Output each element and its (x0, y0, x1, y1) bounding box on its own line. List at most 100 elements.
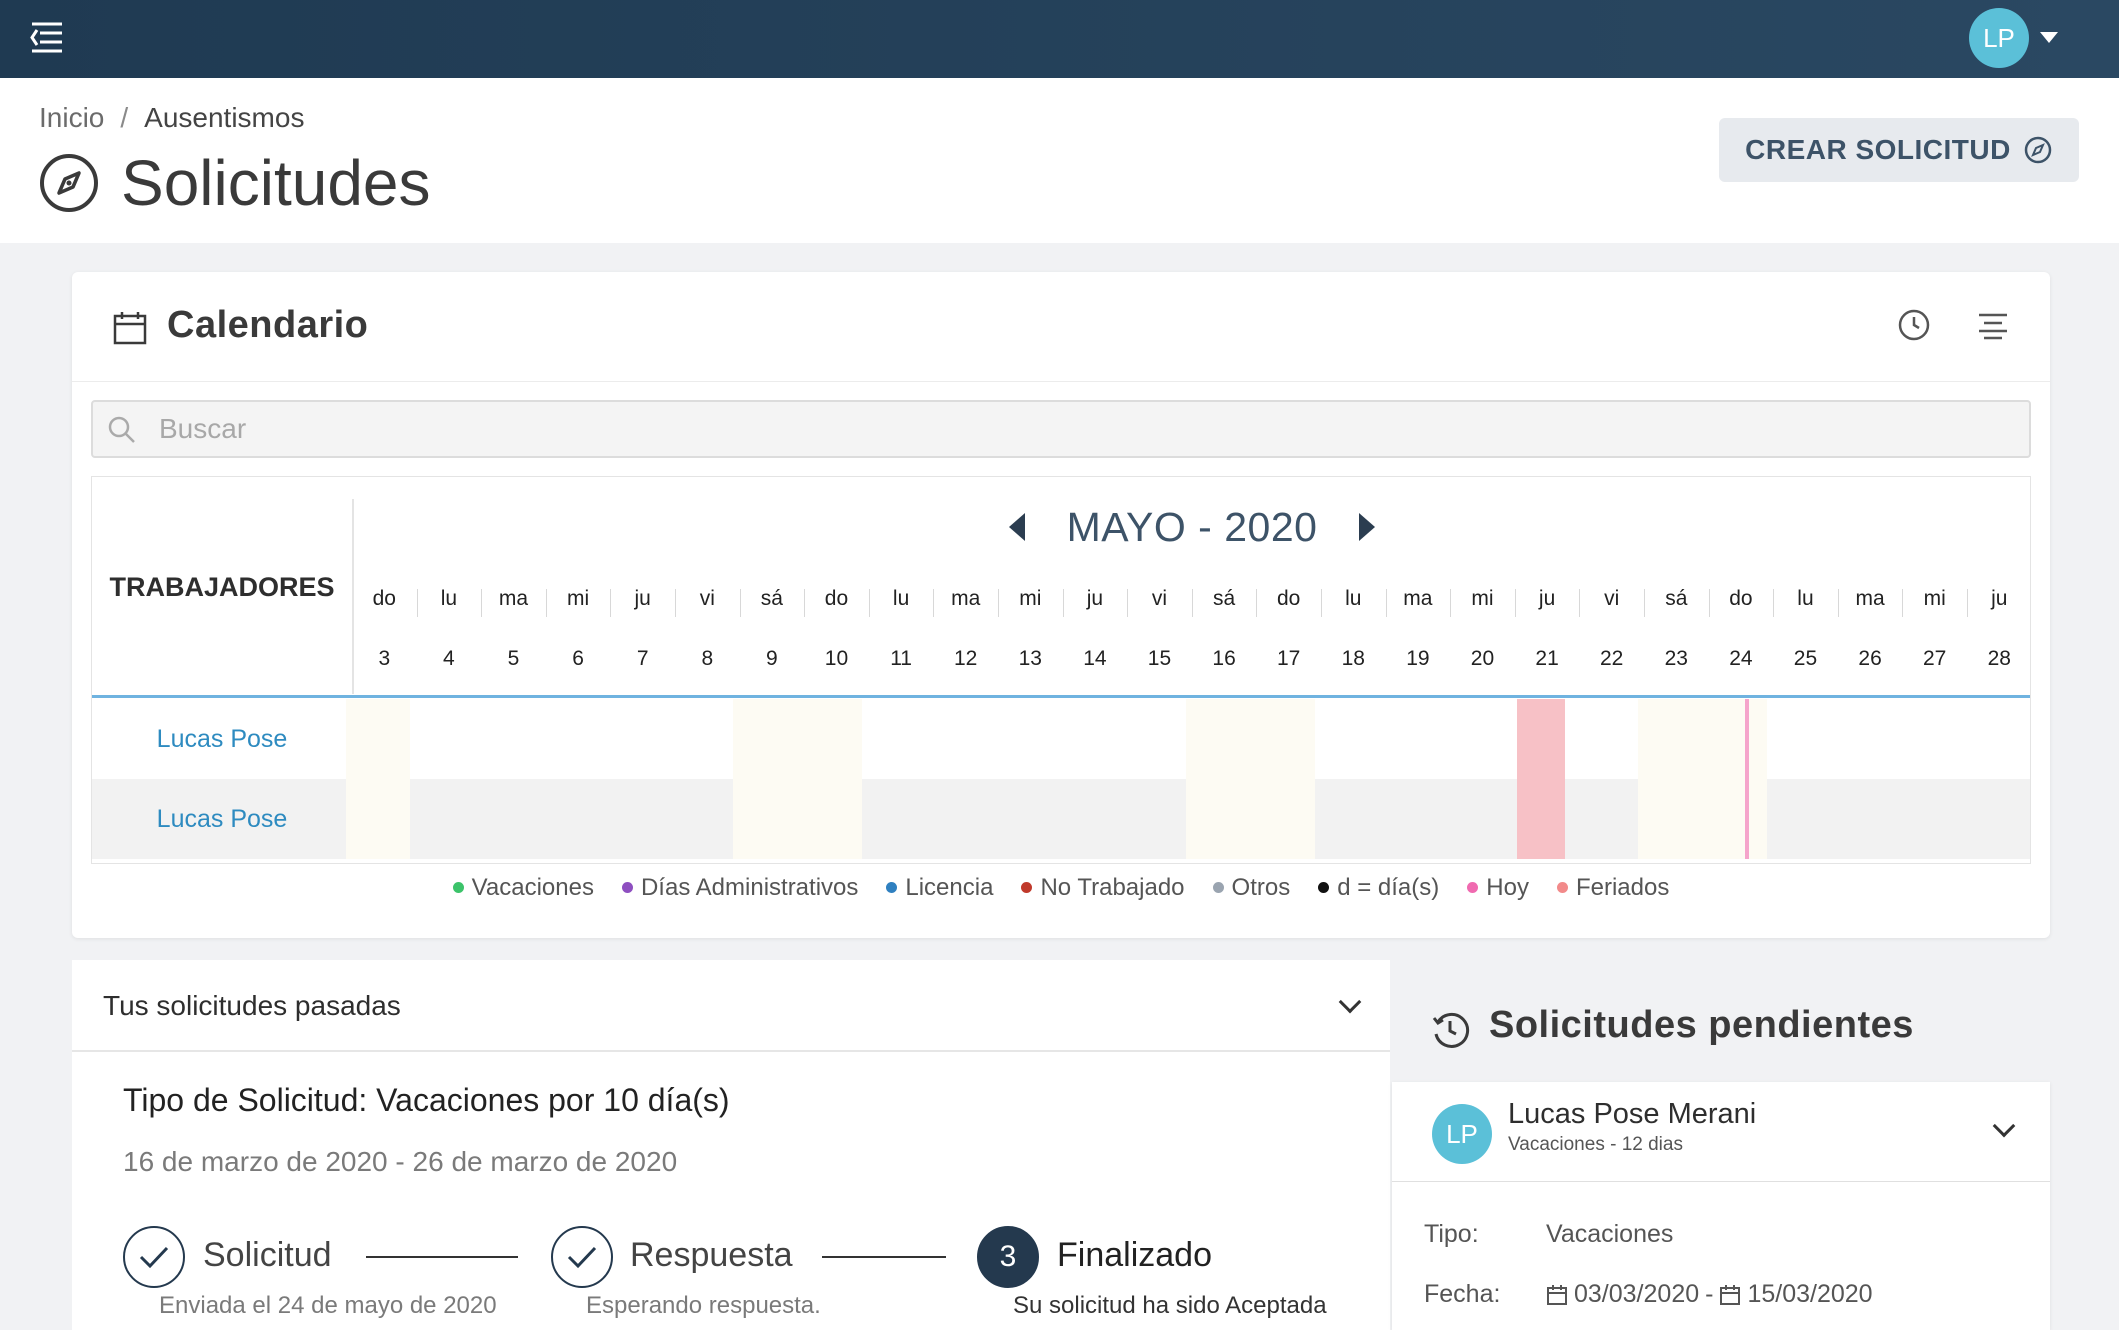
day-number: 6 (572, 647, 584, 670)
weekend-cell (733, 779, 863, 859)
date-to: 15/03/2020 (1747, 1280, 1873, 1308)
day-name: lu (1797, 587, 1814, 610)
legend-label: Vacaciones (471, 873, 594, 901)
step-subtitle: Enviada el 24 de mayo de 2020 (159, 1292, 497, 1319)
header-divider (92, 695, 2030, 698)
type-label: Tipo: (1424, 1220, 1479, 1248)
search-icon (108, 416, 135, 443)
date-from: 03/03/2020 (1574, 1280, 1700, 1308)
calendar-legend: Vacaciones Días Administrativos Licencia No… (72, 872, 2050, 902)
legend-dot-icon (1467, 882, 1479, 893)
day-number: 20 (1470, 647, 1495, 670)
legend-dot-icon (1318, 882, 1330, 893)
day-name: mi (567, 587, 590, 610)
compass-icon (2024, 136, 2052, 164)
day-number: 27 (1923, 647, 1947, 670)
legend-dot-icon (886, 882, 898, 893)
next-month-icon[interactable] (1359, 513, 1376, 541)
day-number: 3 (378, 647, 391, 670)
month-label: MAYO - 2020 (1066, 503, 1318, 550)
step-label: Solicitud (203, 1236, 332, 1274)
day-separator (1450, 589, 1452, 617)
chevron-down-icon[interactable] (1992, 1114, 2016, 1138)
past-requests-header[interactable]: Tus solicitudes pasadas (72, 960, 1390, 1052)
menu-toggle-icon[interactable] (28, 20, 66, 56)
day-name: mi (1923, 587, 1946, 610)
day-name: ju (1538, 587, 1556, 610)
clock-icon[interactable] (1897, 308, 1931, 342)
pending-request-card: LP Lucas Pose Merani Vacaciones - 12 dia… (1392, 1082, 2050, 1330)
page-title: Solicitudes (121, 147, 431, 219)
user-menu-caret-icon[interactable] (2040, 32, 2058, 43)
weekend-cell (345, 699, 411, 779)
weekend-cell (345, 779, 411, 859)
day-separator (1191, 589, 1193, 617)
past-requests-title: Tus solicitudes pasadas (103, 990, 401, 1021)
list-icon[interactable] (1977, 312, 2009, 340)
today-marker (1744, 699, 1749, 779)
step-label: Respuesta (630, 1236, 793, 1274)
day-name: do (824, 587, 849, 610)
day-separator (1127, 589, 1129, 617)
pending-card-header[interactable]: LP Lucas Pose Merani Vacaciones - 12 dia… (1392, 1082, 2050, 1182)
step-check-icon (551, 1226, 613, 1288)
day-separator (868, 589, 870, 617)
search-input[interactable] (159, 402, 2009, 456)
day-separator (675, 589, 676, 617)
create-request-button[interactable]: CREAR SOLICITUD (1719, 118, 2079, 182)
day-name: ma (1403, 587, 1433, 610)
day-name: ju (634, 587, 651, 610)
legend-dot-icon (1021, 882, 1033, 893)
requester-name: Lucas Pose Merani (1508, 1098, 1757, 1130)
calendar-icon (1547, 1284, 1567, 1305)
day-number: 25 (1793, 647, 1818, 670)
day-name: ma (1855, 587, 1885, 610)
legend-dot-icon (452, 882, 464, 893)
day-number: 26 (1858, 647, 1882, 670)
day-number: 5 (507, 647, 520, 670)
day-name: sá (760, 587, 783, 610)
past-requests-card: Tus solicitudes pasadas Tipo de Solicitu… (72, 960, 1390, 1330)
legend-label: d = día(s) (1337, 873, 1440, 901)
legend-item: No Trabajado (1021, 874, 1185, 902)
holiday-cell (1516, 779, 1566, 859)
prev-month-icon[interactable] (1008, 513, 1025, 541)
day-number: 13 (1018, 647, 1042, 670)
day-separator (998, 589, 999, 617)
worker-name[interactable]: Lucas Pose (92, 699, 352, 779)
day-name: ju (1086, 587, 1104, 610)
step-label: Finalizado (1057, 1236, 1212, 1274)
top-bar: LP (0, 0, 2119, 78)
calendar-icon (113, 312, 147, 345)
day-number: 12 (954, 647, 978, 670)
calendar-title: Calendario (167, 304, 369, 346)
worker-name[interactable]: Lucas Pose (92, 779, 352, 859)
step-subtitle: Esperando respuesta. (586, 1292, 821, 1319)
day-number: 24 (1729, 647, 1753, 670)
day-number: 7 (636, 647, 649, 670)
day-name: lu (440, 587, 458, 610)
legend-label: Días Administrativos (640, 873, 859, 901)
breadcrumb-separator: / (120, 102, 129, 133)
day-name: mi (1471, 587, 1494, 610)
day-number: 22 (1600, 647, 1624, 670)
compass-icon (40, 154, 98, 212)
legend-item: Hoy (1467, 874, 1529, 902)
date-range: 03/03/2020 - 15/03/2020 (1546, 1280, 1873, 1309)
day-name: lu (1345, 587, 1362, 610)
day-name: do (372, 587, 396, 610)
day-separator (1062, 589, 1064, 617)
day-separator (1514, 589, 1516, 617)
legend-dot-icon (1556, 882, 1568, 893)
day-separator (1773, 589, 1775, 617)
day-number: 23 (1664, 647, 1688, 670)
day-separator (1902, 589, 1904, 617)
step-check-icon (123, 1226, 185, 1288)
type-value: Vacaciones (1546, 1220, 1674, 1248)
chevron-down-icon[interactable] (1338, 990, 1362, 1014)
breadcrumb-home[interactable]: Inicio (39, 102, 104, 133)
user-avatar[interactable]: LP (1969, 8, 2029, 68)
worker-row: Lucas Pose (92, 779, 2030, 859)
legend-dot-icon (621, 882, 633, 893)
day-number: 14 (1083, 647, 1107, 670)
